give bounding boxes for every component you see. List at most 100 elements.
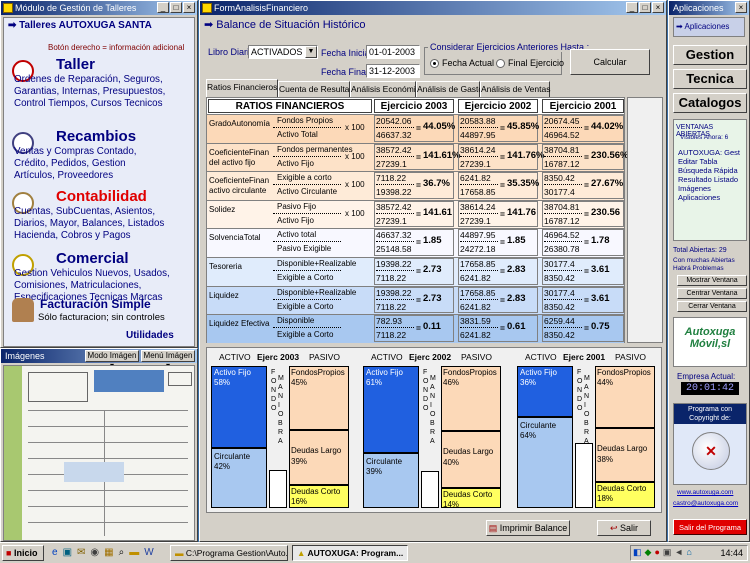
tray-icon-4[interactable]: ▣ [663,547,672,558]
search-icon[interactable]: ⌕ [119,547,125,558]
main-window-titlebar[interactable]: FormAnalisisFinanciero _ □ × [200,1,666,15]
section-title-1[interactable]: Recambios [56,128,136,145]
taskbar-item-autoxuga[interactable]: ▲ AUTOXUGA: Program... [292,545,408,561]
equals-sign: = [584,237,589,248]
value-bottom: 16787.12 [544,215,580,226]
minimize-button[interactable]: _ [157,2,169,13]
value-top: 8350.42 [544,173,575,184]
value-top: 46964.52 [544,230,580,241]
start-button[interactable]: ■ Inicio [2,545,44,561]
ie-icon[interactable]: e [52,547,58,558]
balance-year-label: Ejerc 2003 [257,352,300,362]
taskbar-item-explorer[interactable]: ▬ C:\Programa Gestion\Auto... [170,545,288,561]
fraction-line [544,212,582,214]
value-bottom: 6241.82 [460,330,491,341]
tab-an-lisis-de-gastos[interactable]: Análisis de Gastos [416,81,487,97]
minimize-button[interactable]: _ [626,2,638,13]
fondos-propios-label: FondosPropios [443,368,497,377]
explorer-icon[interactable]: ▦ [104,547,113,558]
equals-sign: = [416,151,421,162]
network-icon[interactable]: ⌂ [686,547,691,558]
modo-imagen-button[interactable]: Modo Imágen ▾ [85,350,139,370]
close-button[interactable]: × [652,2,664,13]
utilidades-link[interactable]: Utilidades [126,330,174,341]
salir-button[interactable]: ↩ Salir [597,520,651,536]
media-icon[interactable]: ◉ [90,547,99,558]
facturacion-simple-link[interactable]: Facturación Simple [40,297,151,311]
desktop-icon[interactable]: ▣ [63,547,72,558]
radio-fecha-actual[interactable]: Fecha Actual [430,58,494,68]
section-title-2[interactable]: Contabilidad [56,188,147,205]
fecha-inicial-input[interactable]: 01-01-2003 [366,45,420,59]
ratio-name: Solidez [209,204,236,214]
value-top: 46637.32 [376,230,412,241]
value-top: 38614.24 [460,201,496,212]
value-bottom: 46964.52 [544,130,580,140]
equals-sign: = [584,323,589,334]
word-icon[interactable]: W [144,547,153,558]
fecha-final-input[interactable]: 31-12-2003 [366,64,420,78]
tray-icon-1[interactable]: ◧ [633,547,642,558]
maximize-button[interactable]: □ [639,2,651,13]
tab-an-lisis-de-ventas[interactable]: Análisis de Ventas [480,81,550,97]
salir-programa-button[interactable]: Salir del Programa [673,519,747,535]
printer-icon: ▤ [488,523,498,533]
tab-cuenta-de-resultados[interactable]: Cuenta de Resultados [278,81,363,97]
ventana-list-item[interactable]: Imágenes [678,184,746,193]
fraction-line [273,298,341,300]
deudas-largo-label: Deudas Largo [291,445,342,455]
aplicaciones-header: ➡ Aplicaciones [673,17,745,37]
ratio-result: 1.85 [507,235,526,247]
volume-icon[interactable]: ◄ [674,547,683,558]
value-bottom: 8350.42 [544,273,575,283]
value-top: 44897.95 [460,230,496,241]
ratio-result: 2.83 [507,264,526,275]
fondos-propios-pct: 46% [443,378,460,387]
tecnica-button[interactable]: Tecnica [673,69,747,89]
document-image-preview [3,365,195,541]
section-line: Hacienda, Cobros y Pagos [14,230,131,241]
radio-final-ejercicio[interactable]: Final Ejercicio [496,58,564,68]
tray-icon-3[interactable]: ● [654,547,659,558]
tab-ratios-financieros[interactable]: Ratios Financieros [206,79,278,97]
left-window-titlebar[interactable]: Módulo de Gestión de Talleres _ □ × [1,1,197,15]
menu-imagen-button[interactable]: Menú Imágen ▾ [141,350,195,370]
imprimir-balance-button[interactable]: ▤ Imprimir Balance [486,520,570,536]
ventana-list-item[interactable]: AUTOXUGA: Gest [678,148,746,157]
mostrar-ventana-button[interactable]: Mostrar Ventana [677,275,747,286]
fondo-maniobra-bar [421,471,439,508]
outlook-icon[interactable]: ✉ [77,547,85,558]
maximize-button[interactable]: □ [170,2,182,13]
libro-dropdown-icon[interactable]: ▼ [305,46,317,58]
value-top: 20674.45 [544,116,580,126]
folder-icon[interactable]: ▬ [129,547,139,558]
cerrar-ventana-button[interactable]: Cerrar Ventana [677,301,747,312]
ratio-result: 36.7% [423,178,450,190]
system-tray: ◧ ◆ ● ▣ ◄ ⌂ 14:44 [630,545,748,561]
tab-an-lisis-econ-mico[interactable]: Análisis Económico [350,81,425,97]
centrar-ventana-button[interactable]: Centrar Ventana [677,288,747,299]
gestion-button[interactable]: Gestion [673,45,747,65]
deudas-corto-label: Deudas Corto [443,490,493,500]
circulante-label: Circulante [214,452,251,462]
equals-sign: = [416,323,421,334]
activo-fijo-pct: 58% [214,378,231,387]
fraction-line [544,184,582,186]
right-window-titlebar[interactable]: Aplicaciones × [669,1,749,15]
ratio-result: 35.35% [507,178,540,190]
close-button[interactable]: × [183,2,195,13]
calcular-button[interactable]: Calcular [570,49,650,75]
fraction-line [544,327,582,329]
ventana-list-item[interactable]: Búsqueda Rápida [678,166,746,175]
ventana-list-item[interactable]: Editar Tabla [678,157,746,166]
ventana-list-item[interactable]: Resultado Listado [678,175,746,184]
tray-icon-2[interactable]: ◆ [645,547,652,558]
close-button[interactable]: × [735,2,747,13]
ventana-list-item[interactable]: Aplicaciones [678,193,746,202]
catalogos-button[interactable]: Catalogos [673,93,747,113]
email-link[interactable]: castro@autoxuga.com [673,500,738,507]
fraction-line [460,270,498,271]
website-link[interactable]: www.autoxuga.com [677,489,733,496]
section-title-0[interactable]: Taller [56,56,95,73]
section-title-3[interactable]: Comercial [56,250,129,267]
